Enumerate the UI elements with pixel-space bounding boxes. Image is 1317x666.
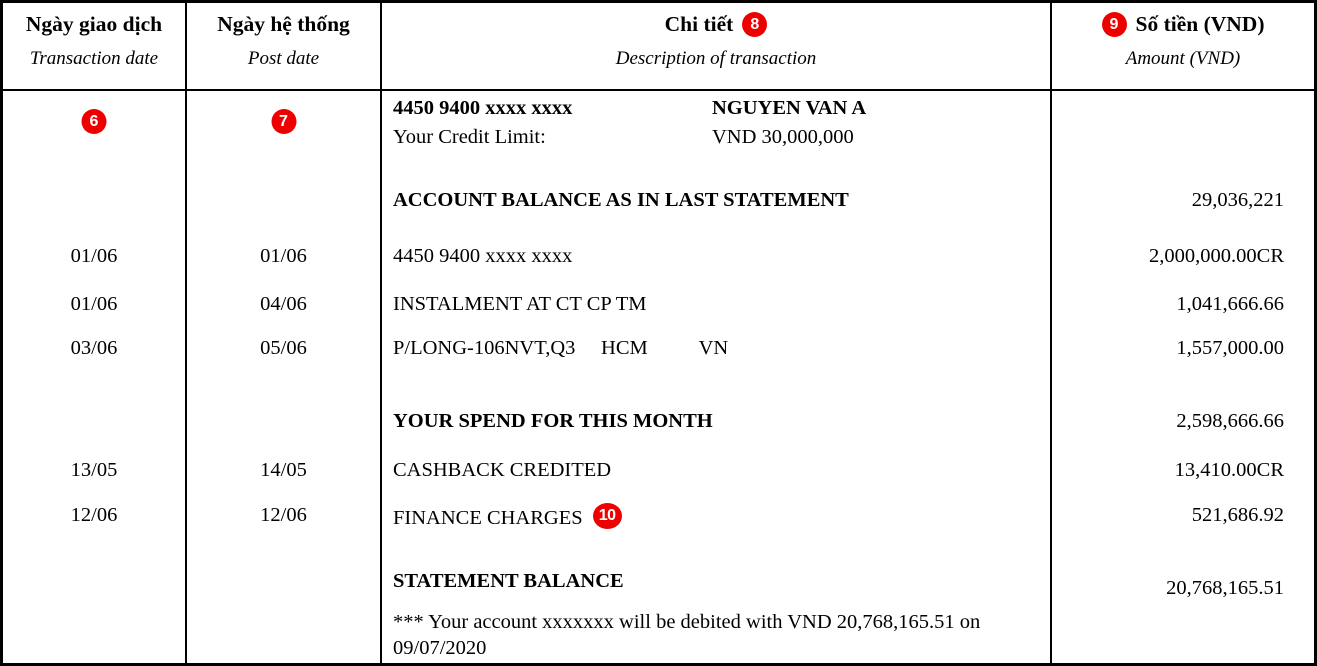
transaction-date-cell-group: 6 01/06 01/06 03/06 13/05 12/06 xyxy=(3,91,185,663)
amount-value-1: 2,000,000.00CR xyxy=(1149,245,1284,267)
statement-footnote: *** Your account xxxxxxx will be debited… xyxy=(393,611,981,660)
column-header-post-date: Ngày hệ thống Post date xyxy=(187,3,382,89)
column-header-post-date-vi: Ngày hệ thống xyxy=(217,12,350,37)
post-date-column: 7 01/06 04/06 05/06 14/05 12/06 xyxy=(187,91,382,663)
description-instalment: INSTALMENT AT CT CP TM xyxy=(393,293,647,315)
amount-value-0: 29,036,221 xyxy=(1191,189,1284,211)
transaction-date-value-2: 01/06 xyxy=(70,293,118,315)
column-header-amount-vi-label: Số tiền (VND) xyxy=(1135,12,1265,36)
description-cell-group: 4450 9400 xxxx xxxx NGUYEN VAN A Your Cr… xyxy=(382,91,1050,663)
amount-value-7: 20,768,165.51 xyxy=(1166,577,1284,599)
annotation-badge-8-icon: 8 xyxy=(742,12,768,38)
post-date-value-2: 04/06 xyxy=(260,293,307,315)
amount-column: 29,036,221 2,000,000.00CR 1,041,666.66 1… xyxy=(1052,91,1314,663)
column-header-description-vi: Chi tiết 8 xyxy=(664,12,768,38)
column-header-amount-en: Amount (VND) xyxy=(1125,48,1241,70)
transaction-date-value-3: 03/06 xyxy=(70,337,118,359)
transaction-date-value-6: 12/06 xyxy=(70,504,118,526)
description-merchant-plong: P/LONG-106NVT,Q3 HCM VN xyxy=(393,337,729,359)
annotation-badge-9-icon: 9 xyxy=(1101,12,1127,38)
description-finance-charges-row: FINANCE CHARGES 10 xyxy=(393,503,622,531)
post-date-value-1: 01/06 xyxy=(260,245,307,267)
post-date-value-3: 05/06 xyxy=(260,337,307,359)
credit-limit-label: Your Credit Limit: xyxy=(393,126,546,148)
column-header-description-en: Description of transaction xyxy=(615,48,817,70)
description-column: 4450 9400 xxxx xxxx NGUYEN VAN A Your Cr… xyxy=(382,91,1052,663)
transaction-date-value-1: 01/06 xyxy=(70,245,118,267)
credit-limit-value: VND 30,000,000 xyxy=(712,126,854,148)
description-statement-balance: STATEMENT BALANCE xyxy=(393,570,624,592)
description-finance-charges: FINANCE CHARGES xyxy=(393,506,583,529)
annotation-badge-6-icon: 6 xyxy=(81,109,107,134)
column-header-post-date-en: Post date xyxy=(247,48,320,70)
transaction-date-column: 6 01/06 01/06 03/06 13/05 12/06 xyxy=(3,91,187,663)
post-date-cell-group: 7 01/06 04/06 05/06 14/05 12/06 xyxy=(187,91,380,663)
account-card-holder: NGUYEN VAN A xyxy=(712,97,867,119)
description-your-spend-this-month: YOUR SPEND FOR THIS MONTH xyxy=(393,410,713,432)
annotation-badge-7-icon: 7 xyxy=(271,109,296,134)
column-header-transaction-date-vi-label: Ngày giao dịch xyxy=(25,12,163,36)
account-card-number: 4450 9400 xxxx xxxx xyxy=(393,97,573,119)
credit-card-statement-table: Ngày giao dịch Transaction date Ngày hệ … xyxy=(0,0,1317,666)
column-header-description: Chi tiết 8 Description of transaction xyxy=(382,3,1052,89)
description-account-balance-last-statement: ACCOUNT BALANCE AS IN LAST STATEMENT xyxy=(393,189,849,211)
amount-cell-group: 29,036,221 2,000,000.00CR 1,041,666.66 1… xyxy=(1052,91,1314,663)
column-header-description-vi-label: Chi tiết xyxy=(664,12,734,36)
table-body: 6 01/06 01/06 03/06 13/05 12/06 7 01/06 … xyxy=(3,91,1314,663)
description-payment-card: 4450 9400 xxxx xxxx xyxy=(393,245,573,267)
column-header-amount: 9 Số tiền (VND) Amount (VND) xyxy=(1052,3,1314,89)
column-header-transaction-date: Ngày giao dịch Transaction date xyxy=(3,3,187,89)
amount-value-5: 13,410.00CR xyxy=(1174,459,1284,481)
column-header-transaction-date-en: Transaction date xyxy=(29,48,159,70)
amount-value-6: 521,686.92 xyxy=(1191,504,1284,526)
transaction-date-value-5: 13/05 xyxy=(70,459,118,481)
annotation-badge-10-icon: 10 xyxy=(592,503,622,529)
table-header-row: Ngày giao dịch Transaction date Ngày hệ … xyxy=(3,3,1314,91)
description-cashback-credited: CASHBACK CREDITED xyxy=(393,459,612,481)
column-header-post-date-vi-label: Ngày hệ thống xyxy=(217,12,350,36)
column-header-transaction-date-vi: Ngày giao dịch xyxy=(26,12,162,37)
column-header-amount-vi: 9 Số tiền (VND) xyxy=(1101,12,1265,38)
amount-value-2: 1,041,666.66 xyxy=(1176,293,1284,315)
post-date-value-6: 12/06 xyxy=(260,504,307,526)
amount-value-4: 2,598,666.66 xyxy=(1176,410,1284,432)
amount-value-3: 1,557,000.00 xyxy=(1176,337,1284,359)
post-date-value-5: 14/05 xyxy=(260,459,307,481)
